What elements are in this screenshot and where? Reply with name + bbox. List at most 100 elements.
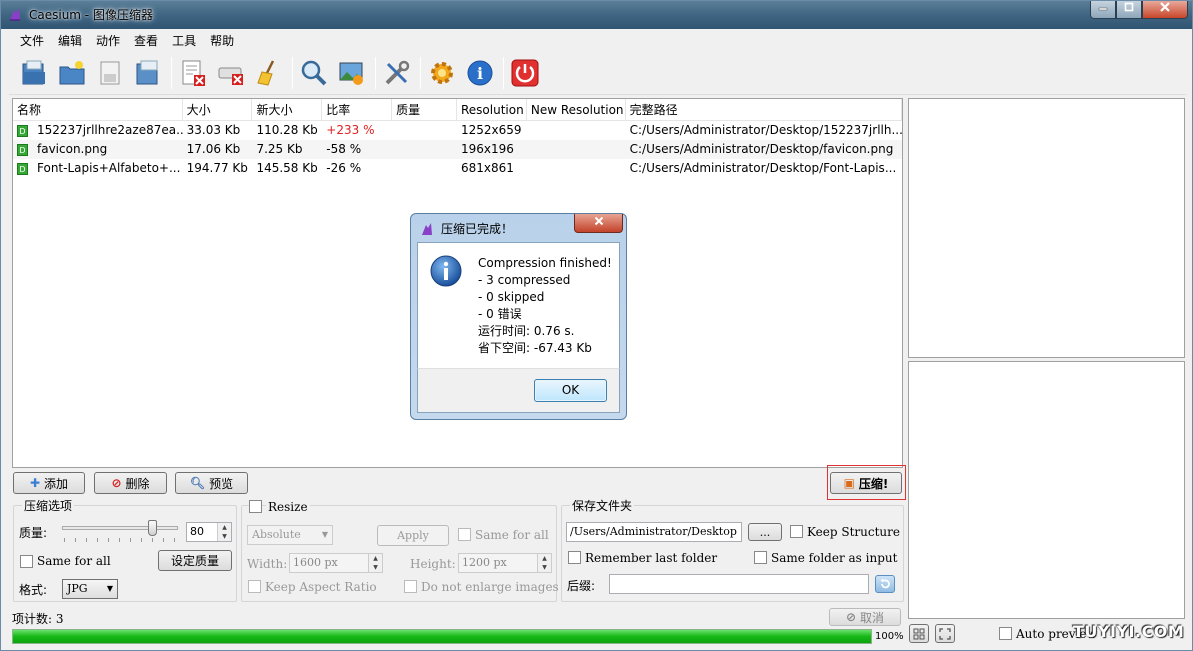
save-as-button[interactable]	[131, 56, 165, 90]
file-list-header: 名称 大小 新大小 比率 质量 Resolution New Resolutio…	[13, 99, 902, 121]
maximize-button[interactable]	[1116, 1, 1142, 19]
preview-button[interactable]: 🔍︎ 预览	[175, 472, 248, 494]
column-resolution[interactable]: Resolution	[457, 99, 527, 120]
quality-slider[interactable]	[62, 520, 178, 544]
open-folder-button[interactable]	[55, 56, 89, 90]
column-full-path[interactable]: 完整路径	[626, 99, 902, 120]
menu-tools[interactable]: 工具	[165, 32, 203, 49]
quality-same-for-all-checkbox[interactable]	[20, 555, 33, 568]
quality-spinbox[interactable]: 80 ▲ ▼	[186, 522, 232, 542]
file-ratio: +233 %	[326, 123, 375, 137]
spin-arrows-icon[interactable]: ▲ ▼	[537, 554, 551, 572]
height-spinbox[interactable]: 1200 px ▲ ▼	[458, 553, 552, 573]
file-resolution: 1252x659	[461, 123, 522, 137]
resize-same-for-all-checkbox[interactable]	[458, 528, 471, 541]
remove-drive-button[interactable]	[214, 56, 248, 90]
remember-last-folder-label: Remember last folder	[585, 551, 718, 565]
keep-aspect-checkbox[interactable]	[248, 580, 261, 593]
title-bar[interactable]: Caesium - 图像压缩器	[1, 1, 1192, 29]
file-path: C:/Users/Administrator/Desktop/152237jrl…	[629, 123, 902, 137]
menu-file[interactable]: 文件	[13, 32, 51, 49]
menu-help[interactable]: 帮助	[203, 32, 241, 49]
same-folder-as-input-checkbox[interactable]	[754, 551, 767, 564]
close-button[interactable]	[1142, 1, 1188, 19]
preview-image-button[interactable]	[335, 56, 369, 90]
message-line: - 0 错误	[478, 307, 522, 321]
settings-button[interactable]	[425, 56, 459, 90]
apply-label: Apply	[397, 529, 429, 542]
forbidden-icon: ⊘	[845, 610, 857, 624]
fullscreen-icon	[939, 627, 951, 640]
format-dropdown[interactable]: JPG ▼	[62, 579, 118, 599]
quality-slider-thumb[interactable]	[148, 520, 157, 536]
column-ratio[interactable]: 比率	[322, 99, 393, 120]
menu-action[interactable]: 动作	[89, 32, 127, 49]
toolbar: i	[9, 51, 1186, 95]
table-row[interactable]: D 152237jrllhre2aze87ea... 33.03 Kb 110.2…	[13, 121, 902, 140]
resize-checkbox[interactable]	[249, 500, 262, 513]
output-path-field[interactable]: /Users/Administrator/Desktop	[566, 522, 742, 542]
magnifier-icon: 🔍︎	[189, 476, 206, 490]
tools-button[interactable]	[380, 56, 414, 90]
message-line: 运行时间: 0.76 s.	[478, 324, 575, 338]
table-row[interactable]: D Font-Lapis+Alfabeto+... 194.77 Kb 145.5…	[13, 159, 902, 178]
open-file-button[interactable]	[17, 56, 51, 90]
keep-aspect-label: Keep Aspect Ratio	[265, 580, 377, 594]
table-row[interactable]: Dfavicon.png 17.06 Kb 7.25 Kb -58 % 196x…	[13, 140, 902, 159]
add-button[interactable]: ✚ 添加	[13, 472, 85, 494]
compress-button[interactable]: ▣ 压缩!	[830, 472, 902, 494]
open-folder-icon	[59, 60, 85, 84]
window-title: Caesium - 图像压缩器	[29, 8, 153, 22]
info-icon: i	[467, 60, 493, 85]
column-size[interactable]: 大小	[183, 99, 253, 120]
caesium-app-icon	[422, 223, 432, 235]
width-label: Width:	[247, 557, 288, 571]
reset-suffix-button[interactable]	[875, 575, 895, 593]
search-button[interactable]	[297, 56, 331, 90]
save-button[interactable]	[93, 56, 127, 90]
same-folder-as-input-label: Same folder as input	[771, 551, 898, 565]
set-quality-button[interactable]: 设定质量	[158, 550, 232, 571]
menu-edit[interactable]: 编辑	[51, 32, 89, 49]
quality-same-for-all-label: Same for all	[37, 554, 111, 568]
chevron-down-icon: ▼	[321, 530, 328, 539]
suffix-input[interactable]	[609, 574, 869, 594]
spin-arrows-icon[interactable]: ▲ ▼	[368, 554, 382, 572]
clean-button[interactable]	[252, 56, 286, 90]
column-quality[interactable]: 质量	[392, 99, 457, 120]
format-label: 格式:	[19, 583, 48, 597]
minimize-button[interactable]	[1090, 1, 1116, 19]
done-icon: D	[17, 124, 28, 137]
browse-button[interactable]: ...	[748, 523, 782, 541]
file-quality	[392, 140, 457, 159]
menu-view[interactable]: 查看	[127, 32, 165, 49]
spin-arrows-icon[interactable]: ▲ ▼	[217, 523, 231, 541]
apply-button[interactable]: Apply	[377, 525, 449, 546]
column-new-size[interactable]: 新大小	[252, 99, 323, 120]
resize-mode-dropdown[interactable]: Absolute ▼	[247, 525, 333, 545]
file-resolution: 681x861	[461, 161, 514, 175]
column-new-resolution[interactable]: New Resolution	[527, 99, 626, 120]
file-path: C:/Users/Administrator/Desktop/Font-Lapi…	[629, 161, 897, 175]
fullscreen-button[interactable]	[935, 624, 955, 643]
width-spinbox[interactable]: 1600 px ▲ ▼	[289, 553, 383, 573]
ok-button[interactable]: OK	[534, 379, 607, 402]
quit-button[interactable]	[508, 56, 542, 90]
keep-structure-checkbox[interactable]	[790, 525, 803, 538]
cancel-button[interactable]: ⊘ 取消	[829, 608, 901, 626]
dialog-close-button[interactable]	[574, 214, 623, 233]
info-button[interactable]: i	[463, 56, 497, 90]
delete-button[interactable]: ⊘ 删除	[94, 472, 167, 494]
compression-finished-dialog: 压缩已完成！ Compression finished! - 3 compres…	[410, 213, 627, 420]
close-icon	[1160, 2, 1170, 12]
compressed-preview-panel	[908, 361, 1185, 619]
remember-last-folder-checkbox[interactable]	[568, 551, 581, 564]
no-enlarge-checkbox[interactable]	[404, 580, 417, 593]
set-quality-label: 设定质量	[170, 554, 219, 568]
done-icon: D	[17, 143, 28, 156]
auto-preview-checkbox[interactable]	[999, 627, 1012, 640]
toolbar-separator	[503, 56, 504, 89]
clear-list-button[interactable]	[176, 56, 210, 90]
zoom-fit-button[interactable]	[909, 624, 929, 643]
column-name[interactable]: 名称	[13, 99, 183, 120]
